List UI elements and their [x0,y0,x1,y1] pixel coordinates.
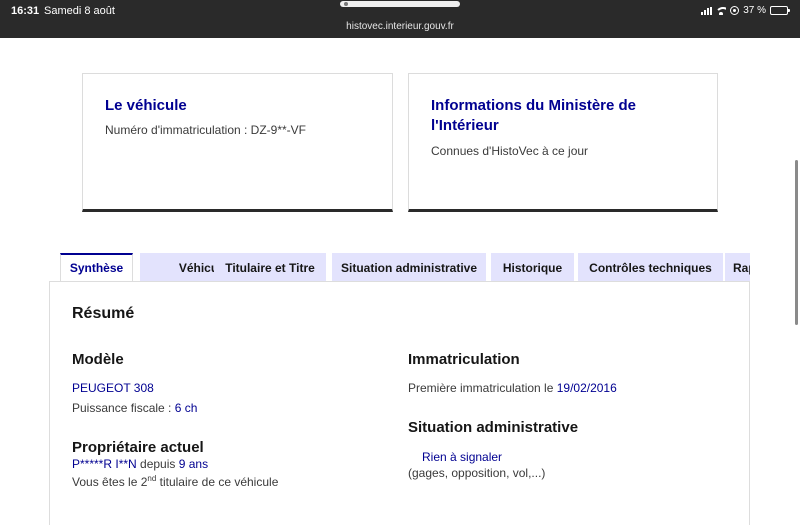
registration-heading: Immatriculation [408,351,520,368]
status-time: 16:31 [11,5,40,17]
tab-titulaire[interactable]: Titulaire et Titre [214,253,326,282]
owner-line: P*****R I**N depuis 9 ans [72,457,208,471]
fiscal-power-value: 6 ch [174,401,198,415]
battery-percent: 37 % [743,5,766,16]
owner-rank: Vous êtes le 2nd titulaire de ce véhicul… [72,474,279,490]
tab-historique[interactable]: Historique [491,253,574,282]
status-icons: 37 % [701,5,790,16]
wifi-icon [716,6,727,15]
tab-situation-administrative[interactable]: Situation administrative [332,253,486,282]
owner-heading: Propriétaire actuel [72,439,204,456]
cellular-signal-icon [701,6,713,15]
ministry-card-title: Informations du Ministère de l'Intérieur [431,97,637,134]
admin-status-heading: Situation administrative [408,419,579,436]
tab-synthese[interactable]: Synthèse [60,253,133,282]
address-bar-handle[interactable] [340,1,460,7]
vehicle-card-title: Le véhicule [105,97,187,114]
model-heading: Modèle [72,351,124,368]
battery-icon [770,6,790,15]
fiscal-power: Puissance fiscale : 6 ch [72,401,197,415]
first-registration: Première immatriculation le 19/02/2016 [408,381,617,395]
owner-name: P*****R I**N [72,457,137,471]
owner-since-label: depuis [136,457,179,471]
status-bar: 16:31 Samedi 8 août histovec.interieur.g… [0,0,800,38]
vehicle-card: Le véhicule Numéro d'immatriculation : D… [82,73,393,212]
admin-status-value: Rien à signaler [422,450,503,464]
owner-rank-sup: nd [147,474,157,483]
registration-number: Numéro d'immatriculation : DZ-9**-VF [105,123,307,137]
lock-icon [344,2,348,6]
status-date: Samedi 8 août [44,5,115,17]
admin-status-detail: (gages, opposition, vol,...) [408,466,546,480]
ministry-card: Informations du Ministère de l'Intérieur… [408,73,718,212]
location-icon [730,6,740,15]
ministry-card-subtitle: Connues d'HistoVec à ce jour [431,144,589,158]
tab-rapport[interactable]: Rap [725,253,750,282]
fiscal-power-label: Puissance fiscale : [72,401,175,415]
first-registration-label: Première immatriculation le [408,381,557,395]
owner-since-value: 9 ans [178,457,209,471]
tab-list: Synthèse Véhicule Titulaire et Titre Sit… [60,253,750,282]
summary-heading: Résumé [72,305,135,322]
first-registration-date: 19/02/2016 [556,381,617,395]
address-bar-url[interactable]: histovec.interieur.gouv.fr [0,21,800,32]
owner-rank-suffix: titulaire de ce véhicule [156,475,279,489]
model-name: PEUGEOT 308 [72,381,154,395]
tab-controles-techniques[interactable]: Contrôles techniques [578,253,723,282]
page-scrollbar[interactable] [795,160,798,325]
owner-rank-prefix: Vous êtes le 2 [72,475,148,489]
